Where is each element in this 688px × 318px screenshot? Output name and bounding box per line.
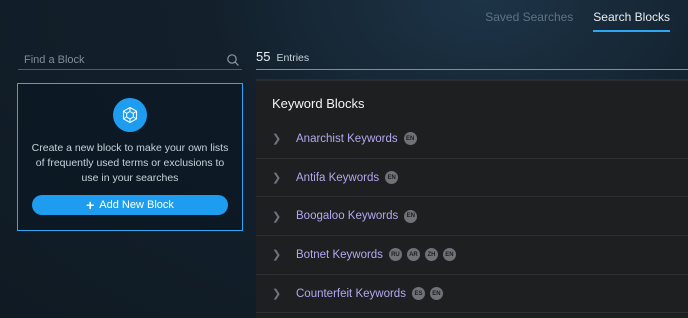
- panel-title: Keyword Blocks: [272, 96, 365, 111]
- language-badges: EN: [385, 171, 399, 185]
- chevron-right-icon[interactable]: ❯: [272, 210, 282, 223]
- language-badge: AR: [406, 248, 420, 262]
- divider: [256, 69, 688, 70]
- add-new-block-label: Add New Block: [99, 199, 174, 211]
- search-placeholder: Find a Block: [24, 53, 85, 66]
- chevron-right-icon[interactable]: ❯: [272, 171, 282, 184]
- keyword-block-name[interactable]: Boogaloo Keywords: [296, 210, 398, 222]
- keyword-block-name[interactable]: Antifa Keywords: [296, 172, 379, 184]
- search-input[interactable]: Find a Block: [18, 50, 242, 70]
- entries-label: Entries: [276, 52, 310, 64]
- language-badges: ES EN: [411, 287, 443, 301]
- list-item[interactable]: ❯ Boogaloo Keywords EN: [256, 197, 688, 237]
- language-badge: EN: [429, 287, 443, 301]
- language-badge: ES: [411, 287, 425, 301]
- tab-search-blocks[interactable]: Search Blocks: [593, 10, 670, 32]
- language-badge: RU: [388, 248, 402, 262]
- entries-summary: 55 Entries: [256, 49, 309, 64]
- language-badge: EN: [442, 248, 456, 262]
- keyword-block-name[interactable]: Counterfeit Keywords: [296, 288, 406, 300]
- language-badges: EN: [403, 132, 417, 146]
- language-badges: RU AR ZH EN: [388, 248, 456, 262]
- top-nav: Saved Searches Search Blocks: [485, 10, 670, 32]
- chevron-right-icon[interactable]: ❯: [272, 132, 282, 145]
- language-badge: EN: [404, 209, 418, 223]
- plus-icon: +: [86, 197, 95, 213]
- add-new-block-button[interactable]: + Add New Block: [32, 195, 228, 215]
- keyword-block-name[interactable]: Anarchist Keywords: [296, 133, 398, 145]
- keyword-block-name[interactable]: Botnet Keywords: [296, 249, 383, 261]
- language-badge: EN: [385, 171, 399, 185]
- language-badges: EN: [404, 209, 418, 223]
- create-block-card: Create a new block to make your own list…: [17, 83, 243, 231]
- language-badge: EN: [403, 132, 417, 146]
- tab-saved-searches[interactable]: Saved Searches: [485, 10, 573, 32]
- block-icon: [113, 98, 147, 132]
- chevron-right-icon[interactable]: ❯: [272, 248, 282, 261]
- list-item[interactable]: ❯ Botnet Keywords RU AR ZH EN: [256, 236, 688, 275]
- list-item[interactable]: ❯ Anarchist Keywords EN: [256, 120, 688, 159]
- keyword-blocks-panel: Keyword Blocks ❯ Anarchist Keywords EN ❯ Ant…: [256, 79, 688, 318]
- list-item[interactable]: ❯ Antifa Keywords EN: [256, 159, 688, 198]
- search-icon[interactable]: [226, 53, 240, 67]
- create-block-description: Create a new block to make your own list…: [31, 142, 229, 184]
- entries-count: 55: [256, 49, 271, 64]
- language-badge: ZH: [424, 248, 438, 262]
- chevron-right-icon[interactable]: ❯: [272, 287, 282, 300]
- list-item[interactable]: ❯ Counterfeit Keywords ES EN: [256, 275, 688, 314]
